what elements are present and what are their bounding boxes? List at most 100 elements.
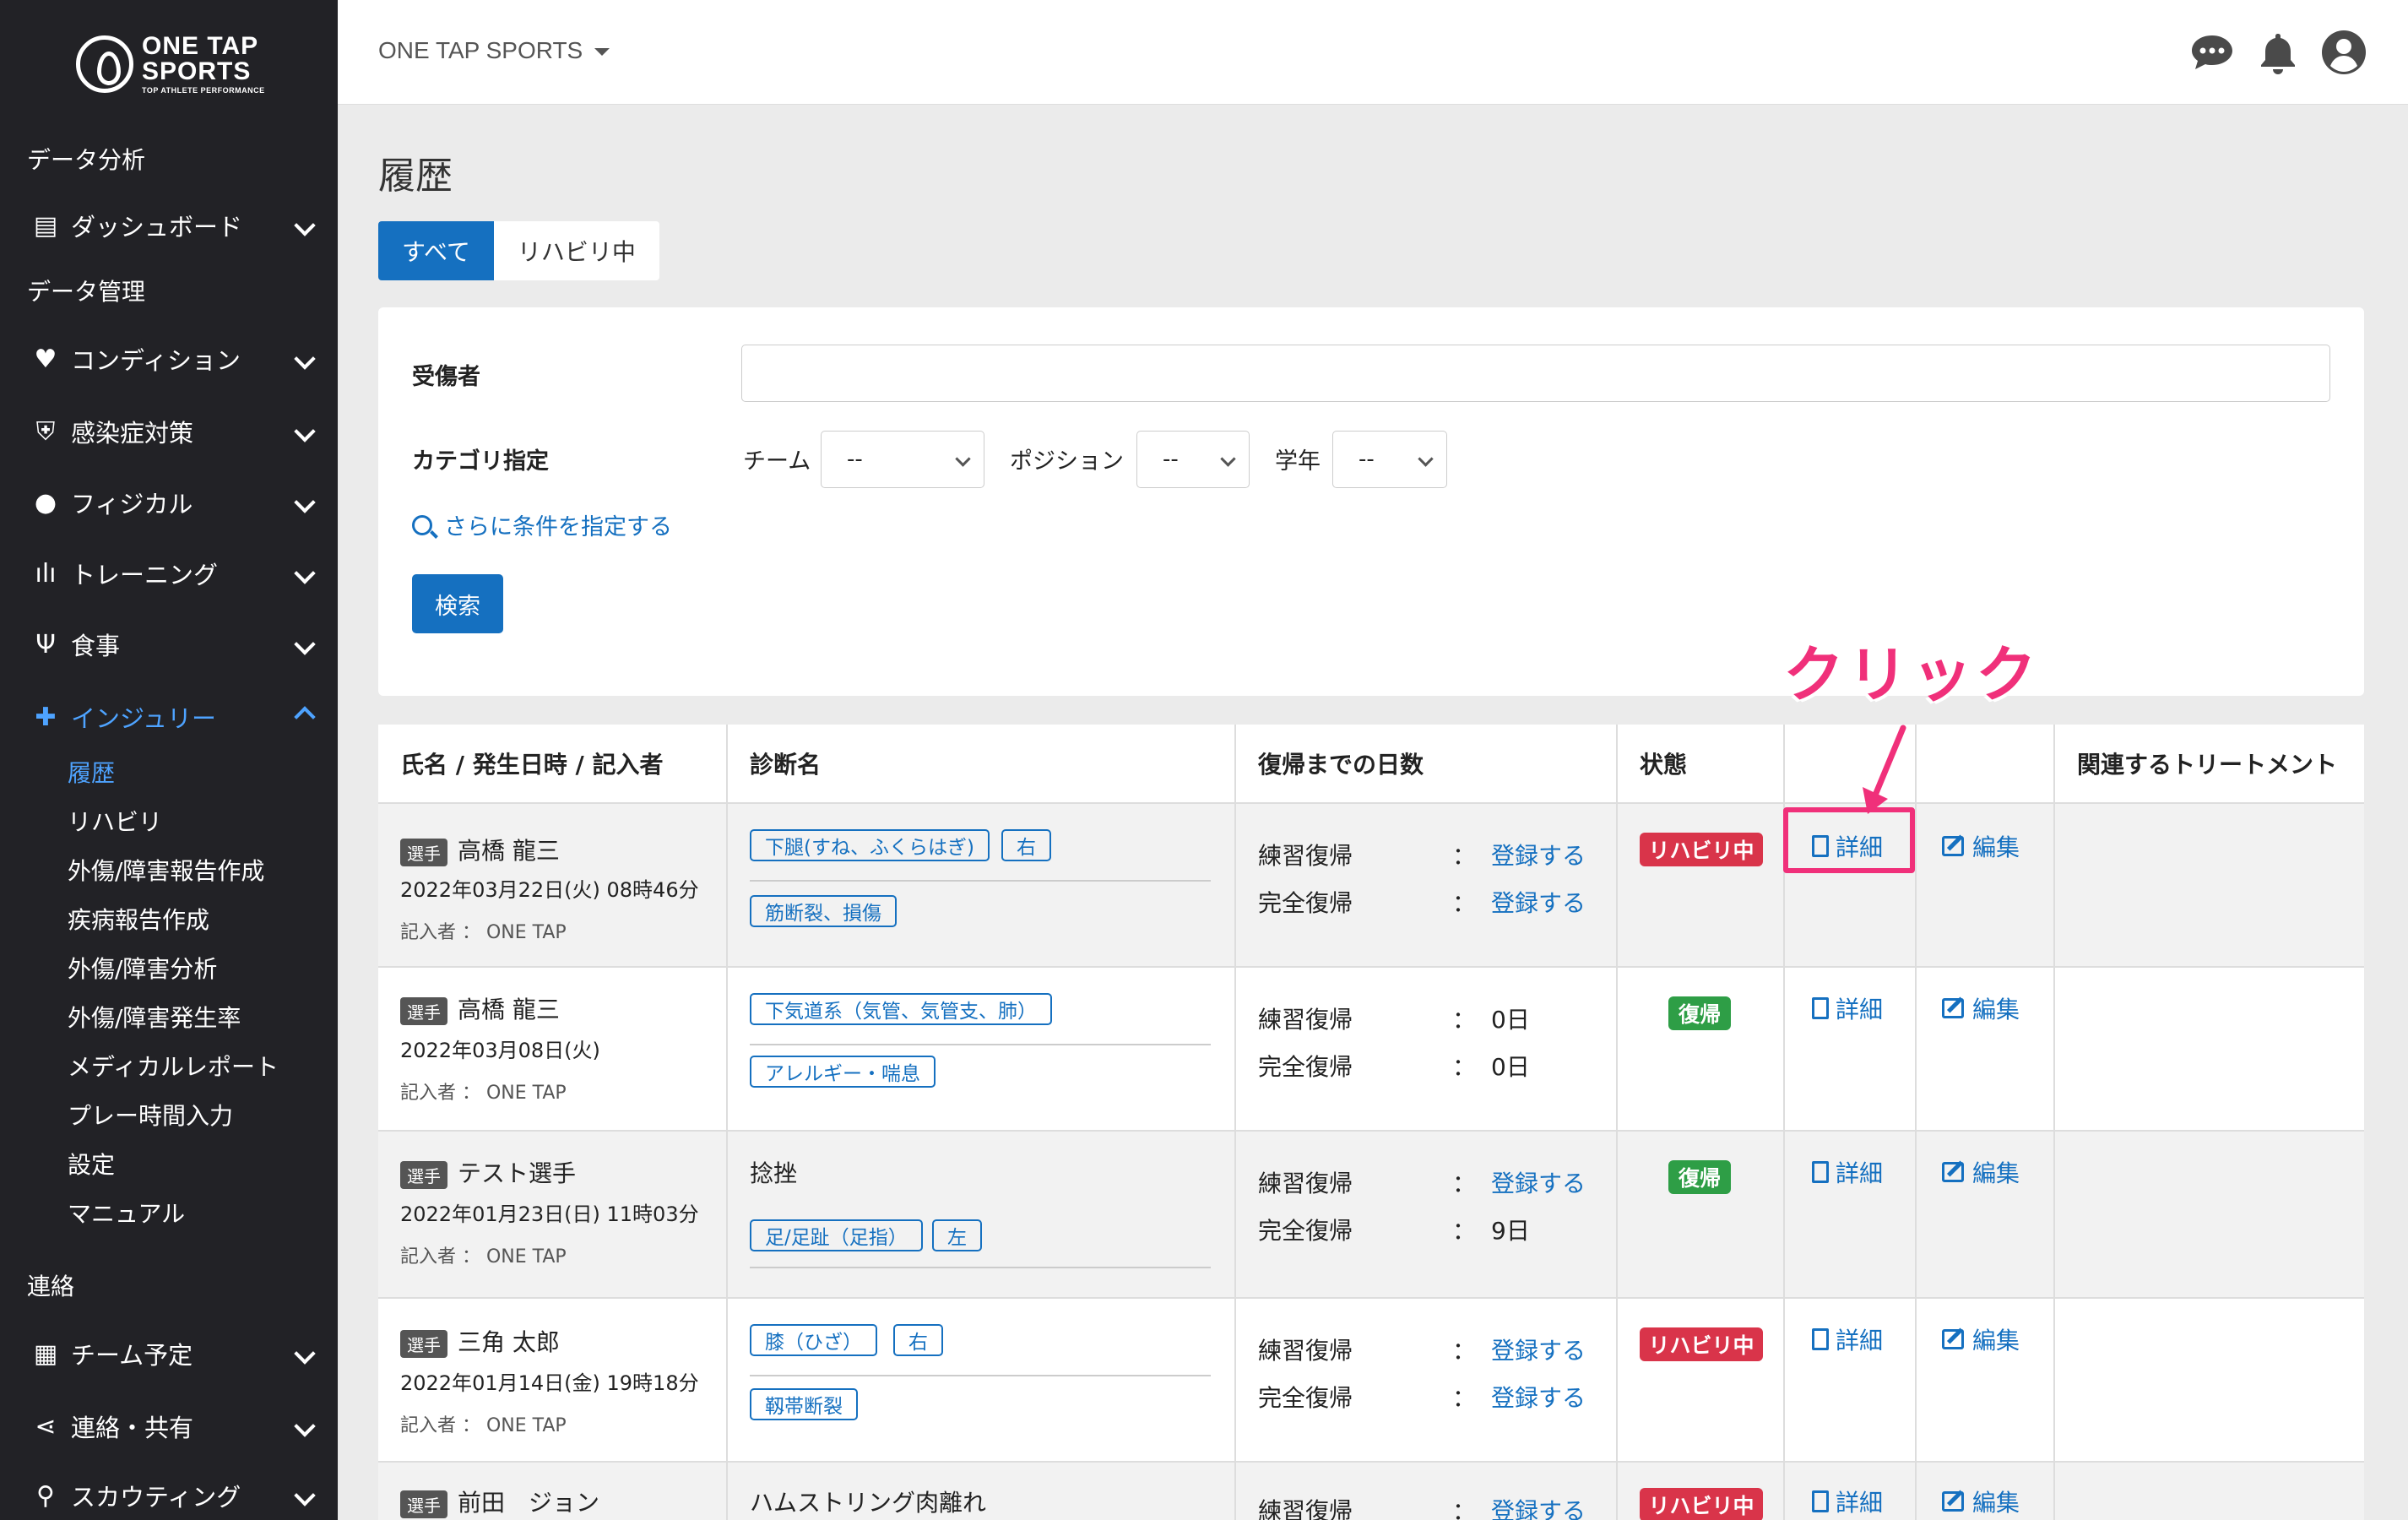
app-logo[interactable]: ONE TAP SPORTS TOP ATHLETE PERFORMANCE (76, 34, 265, 95)
chevron-down-icon (294, 633, 316, 655)
athlete-name-text: 三角 太郎 (458, 1328, 560, 1356)
full-return-label: 完全復帰 (1258, 1384, 1353, 1412)
edit-link[interactable]: 編集 (1942, 1485, 2020, 1518)
sidebar-item-label: 食事 (71, 632, 121, 660)
table-row: 選手 テスト選手 2022年01月23日(日) 11時03分 記入者 ： ONE … (378, 1130, 2364, 1297)
edit-link[interactable]: 編集 (1942, 991, 2020, 1025)
colon: ： (1452, 1217, 1477, 1245)
column-header-treatment: 関連するトリートメント (2077, 751, 2338, 779)
sidebar-subitem-injury-rate[interactable]: 外傷/障害発生率 (68, 1000, 241, 1034)
edit-label: 編集 (1972, 996, 2020, 1023)
bell-icon[interactable] (2254, 29, 2302, 76)
practice-return-value[interactable]: 登録する (1491, 1333, 1586, 1366)
tab-rehab[interactable]: リハビリ中 (493, 221, 659, 280)
sidebar-subitem-injury-analysis[interactable]: 外傷/障害分析 (68, 951, 217, 985)
recorder: 記入者 ： ONE TAP (400, 1083, 567, 1104)
chevron-down-icon (294, 214, 316, 236)
sidebar-subitem-injury-report[interactable]: 外傷/障害報告作成 (68, 853, 264, 887)
practice-return-value[interactable]: 登録する (1491, 1493, 1586, 1520)
logo-tagline: TOP ATHLETE PERFORMANCE (142, 86, 265, 95)
practice-return-value[interactable]: 登録する (1491, 838, 1586, 871)
sidebar-item-physical[interactable]: ● フィジカル (0, 485, 338, 520)
sidebar-subitem-illness-report[interactable]: 疾病報告作成 (68, 902, 209, 936)
injury-history-table: 氏名 / 発生日時 / 記入者 診断名 復帰までの日数 状態 関連するトリートメ… (378, 725, 2364, 1520)
chat-icon[interactable] (2188, 29, 2236, 76)
edit-link[interactable]: 編集 (1942, 1322, 2020, 1356)
team-selector[interactable]: ONE TAP SPORTS (378, 37, 610, 64)
heartbeat-icon: ♥ (34, 344, 57, 374)
full-return-value[interactable]: 登録する (1491, 885, 1586, 919)
sidebar-item-label: チーム予定 (71, 1341, 193, 1370)
top-bar: ONE TAP SPORTS (338, 0, 2408, 105)
diagnosis-tag: 右 (1001, 829, 1051, 861)
sidebar-item-contact-share[interactable]: ⋖ 連絡・共有 (0, 1409, 338, 1444)
chevron-up-icon (294, 706, 316, 728)
detail-link[interactable]: 詳細 (1812, 1322, 1883, 1356)
table-row: 選手 三角 太郎 2022年01月14日(金) 19時18分 記入者 ： ONE … (378, 1297, 2364, 1461)
full-return-value[interactable]: 登録する (1491, 1380, 1586, 1414)
status-badge: 復帰 (1668, 996, 1731, 1030)
athlete-name[interactable]: 選手 三角 太郎 (400, 1324, 560, 1358)
sidebar-subitem-playtime[interactable]: プレー時間入力 (68, 1098, 233, 1132)
more-conditions-link[interactable]: さらに条件を指定する (412, 508, 672, 541)
sidebar-subitem-rehab[interactable]: リハビリ (68, 804, 162, 838)
position-select[interactable]: -- (1136, 431, 1250, 488)
practice-return-value[interactable]: 登録する (1491, 1165, 1586, 1199)
team-select[interactable]: -- (821, 431, 984, 488)
sidebar-subitem-medical-report[interactable]: メディカルレポート (68, 1049, 279, 1083)
first-aid-kit-icon: ✚ (35, 702, 57, 732)
sidebar-item-injury[interactable]: ✚ インジュリー (0, 699, 338, 735)
detail-link[interactable]: 詳細 (1812, 991, 1883, 1025)
athlete-name-text: 前田 ジョン (458, 1489, 600, 1517)
column-header-status: 状態 (1640, 751, 1688, 779)
edit-link[interactable]: 編集 (1942, 1155, 2020, 1189)
grade-select[interactable]: -- (1332, 431, 1447, 488)
full-return-label: 完全復帰 (1258, 889, 1353, 917)
file-icon (1812, 1490, 1829, 1512)
sidebar-item-team-schedule[interactable]: ▦ チーム予定 (0, 1336, 338, 1371)
file-icon (1812, 1161, 1829, 1183)
diagnosis-tag: アレルギー・喘息 (750, 1056, 936, 1088)
shield-virus-icon: ⛨ (35, 416, 56, 447)
diagnosis-text: 捻挫 (750, 1159, 798, 1187)
sidebar-subitem-history[interactable]: 履歴 (68, 755, 115, 789)
athlete-name[interactable]: 選手 高橋 龍三 (400, 991, 560, 1025)
sidebar-subitem-settings[interactable]: 設定 (68, 1147, 115, 1181)
occurrence-date: 2022年01月14日(金) 19時18分 (400, 1371, 699, 1395)
detail-link[interactable]: 詳細 (1812, 1155, 1883, 1189)
sidebar-item-condition[interactable]: ♥ コンディション (0, 341, 338, 377)
detail-label: 詳細 (1836, 996, 1884, 1023)
user-avatar-icon[interactable] (2320, 29, 2367, 76)
sidebar-subitem-manual[interactable]: マニュアル (68, 1196, 185, 1230)
athlete-name[interactable]: 選手 テスト選手 (400, 1155, 576, 1189)
sidebar-item-scouting[interactable]: ⚲ スカウティング (0, 1478, 338, 1513)
sidebar-item-infection[interactable]: ⛨ 感染症対策 (0, 414, 338, 449)
edit-icon (1942, 1329, 1964, 1349)
section-contact: 連絡 (27, 1273, 75, 1300)
search-filter-panel: 受傷者 カテゴリ指定 チーム -- ポジション -- 学年 -- さらに条件を指… (378, 307, 2364, 696)
sidebar-item-dashboard[interactable]: ▤ ダッシュボード (0, 208, 338, 243)
sidebar-item-label: ダッシュボード (71, 213, 243, 242)
edit-link[interactable]: 編集 (1942, 829, 2020, 863)
player-badge: 選手 (400, 838, 447, 866)
practice-return-value: 0日 (1491, 1006, 1530, 1034)
sidebar-item-label: トレーニング (71, 561, 219, 589)
tab-all[interactable]: すべて (378, 221, 494, 280)
more-conditions-label: さらに条件を指定する (444, 514, 672, 540)
search-button[interactable]: 検索 (412, 574, 503, 633)
sidebar-item-label: スカウティング (71, 1483, 241, 1512)
file-icon (1812, 997, 1829, 1019)
detail-link[interactable]: 詳細 (1812, 1485, 1883, 1518)
position-label: ポジション (1010, 448, 1124, 475)
athlete-name[interactable]: 選手 高橋 龍三 (400, 833, 560, 866)
injured-person-input[interactable] (741, 345, 2330, 402)
diagnosis-tag: 左 (932, 1219, 982, 1251)
recorder: 記入者 ： ONE TAP (400, 1415, 567, 1436)
chevron-down-icon (294, 1485, 316, 1506)
sidebar-item-training[interactable]: ılı トレーニング (0, 556, 338, 591)
sidebar-item-meal[interactable]: Ψ 食事 (0, 627, 338, 662)
diagnosis-tag: 靱帯断裂 (750, 1388, 858, 1420)
athlete-name[interactable]: 選手 前田 ジョン (400, 1485, 599, 1518)
colon: ： (1452, 889, 1477, 917)
click-annotation: クリック (1783, 639, 2041, 710)
